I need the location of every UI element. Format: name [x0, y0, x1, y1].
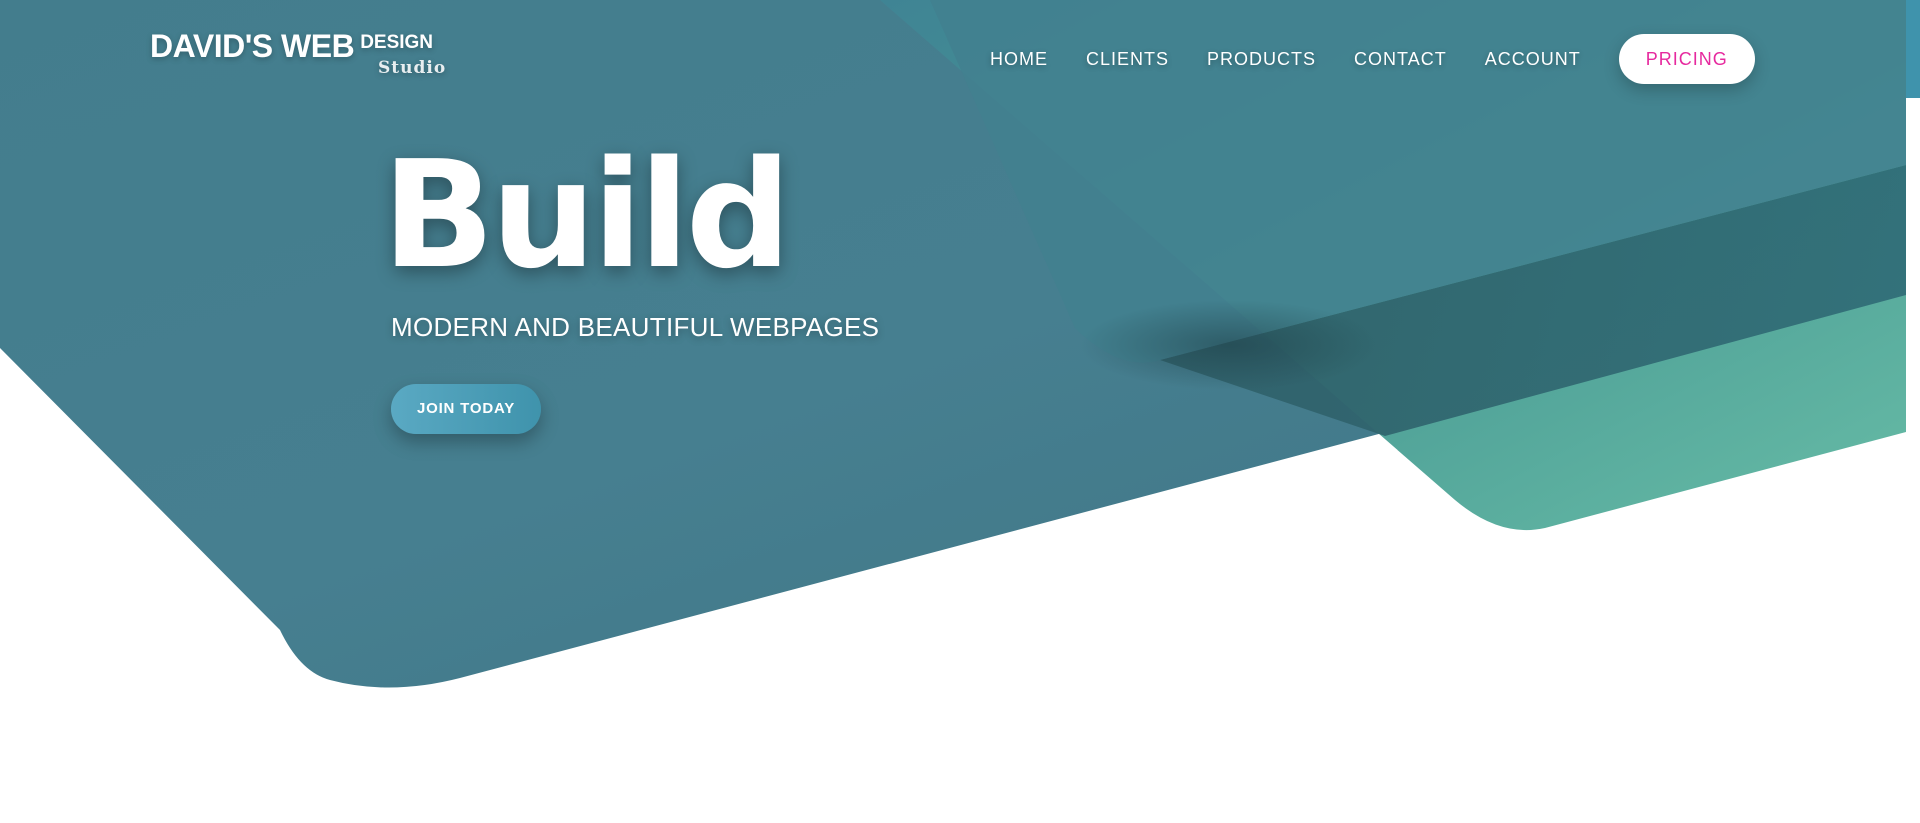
logo-main-text: DAVID'S WEB [150, 28, 355, 64]
nav-contact[interactable]: CONTACT [1354, 34, 1447, 84]
hero-background [0, 0, 1920, 688]
nav-clients[interactable]: CLIENTS [1086, 34, 1169, 84]
site-logo[interactable]: DAVID'S WEB DESIGN Studio [150, 28, 445, 78]
hero-subtitle: MODERN AND BEAUTIFUL WEBPAGES [391, 312, 880, 342]
nav-home[interactable]: HOME [990, 34, 1048, 84]
join-today-button[interactable]: JOIN TODAY [391, 384, 541, 434]
main-nav: HOME CLIENTS PRODUCTS CONTACT ACCOUNT PR… [990, 34, 1755, 84]
nav-account[interactable]: ACCOUNT [1485, 34, 1581, 84]
logo-studio-text: Studio [378, 58, 447, 78]
hero-title: Build [382, 129, 792, 301]
site-header: DAVID'S WEB DESIGN Studio HOME CLIENTS PR… [0, 0, 1920, 120]
logo-design-text: DESIGN [360, 32, 434, 53]
pricing-button[interactable]: PRICING [1618, 34, 1755, 84]
landing-page: DAVID'S WEB DESIGN Studio HOME CLIENTS PR… [0, 0, 1920, 823]
nav-products[interactable]: PRODUCTS [1207, 34, 1316, 84]
